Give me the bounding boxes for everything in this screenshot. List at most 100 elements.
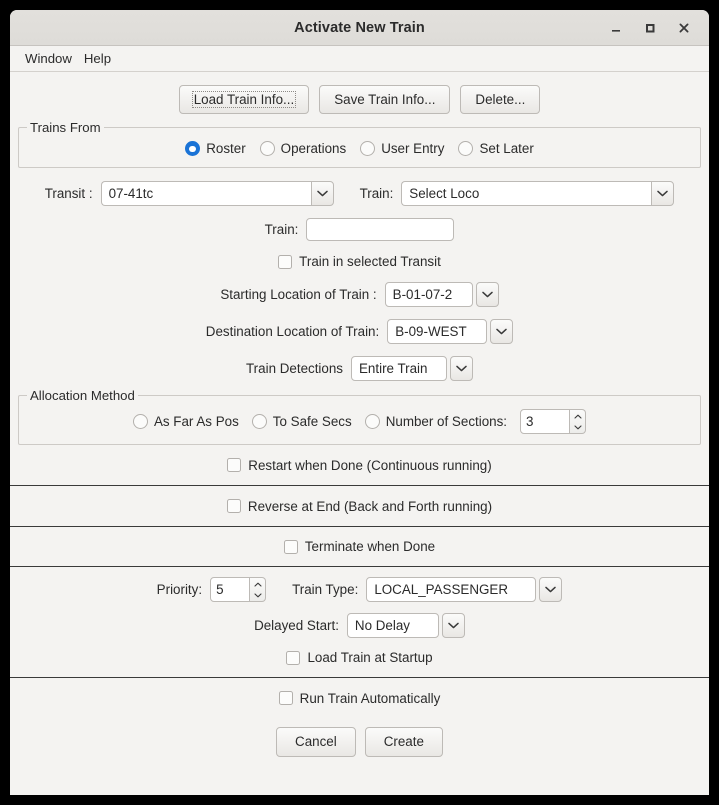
menu-bar: Window Help bbox=[10, 46, 709, 72]
chevron-up-icon[interactable] bbox=[250, 578, 265, 590]
train-name-input[interactable] bbox=[306, 218, 455, 242]
cancel-button[interactable]: Cancel bbox=[276, 727, 356, 757]
train-info-toolbar: Load Train Info... Save Train Info... De… bbox=[10, 72, 709, 127]
reverse-at-end-row: Reverse at End (Back and Forth running) bbox=[10, 486, 709, 526]
radio-operations[interactable]: Operations bbox=[259, 141, 347, 157]
allocation-method-group-title: Allocation Method bbox=[27, 388, 138, 404]
number-of-sections-spinner-buttons bbox=[570, 409, 587, 435]
run-train-automatically-row: Run Train Automatically bbox=[10, 678, 709, 718]
restart-when-done-label: Restart when Done (Continuous running) bbox=[248, 457, 492, 473]
train-loco-label: Train: bbox=[359, 186, 394, 202]
radio-roster-label: Roster bbox=[206, 141, 246, 157]
train-detections-combo[interactable]: Entire Train bbox=[351, 356, 473, 382]
radio-user-entry-label: User Entry bbox=[381, 141, 445, 157]
run-train-automatically-indicator bbox=[278, 691, 293, 706]
radio-number-of-sections-indicator bbox=[364, 414, 380, 430]
train-detections-combo-value: Entire Train bbox=[351, 356, 447, 382]
train-type-combo[interactable]: LOCAL_PASSENGER bbox=[366, 577, 563, 603]
chevron-down-icon bbox=[441, 613, 465, 639]
transit-label: Transit : bbox=[44, 186, 93, 202]
load-train-info-button[interactable]: Load Train Info... bbox=[178, 85, 310, 115]
terminate-when-done-label: Terminate when Done bbox=[304, 539, 436, 555]
delayed-start-combo-value: No Delay bbox=[346, 613, 439, 639]
load-train-info-label: Load Train Info... bbox=[191, 91, 297, 109]
train-in-selected-transit-label: Train in selected Transit bbox=[299, 254, 441, 270]
destination-location-label: Destination Location of Train: bbox=[205, 324, 380, 340]
starting-location-combo-value: B-01-07-2 bbox=[384, 282, 473, 308]
train-name-row: Train: bbox=[10, 206, 709, 242]
number-of-sections-spinner[interactable] bbox=[520, 409, 587, 435]
train-detections-label: Train Detections bbox=[246, 361, 343, 377]
trains-from-options: Roster Operations User Entry Set Later bbox=[19, 128, 700, 167]
reverse-at-end-indicator bbox=[226, 499, 241, 514]
delete-button[interactable]: Delete... bbox=[460, 85, 541, 115]
restart-when-done-indicator bbox=[227, 458, 242, 473]
menu-item-help[interactable]: Help bbox=[78, 49, 117, 68]
dialog-content: Load Train Info... Save Train Info... De… bbox=[10, 72, 709, 795]
chevron-down-icon[interactable] bbox=[570, 422, 585, 434]
delayed-start-row: Delayed Start: No Delay bbox=[10, 602, 709, 639]
maximize-button[interactable] bbox=[633, 11, 667, 45]
chevron-up-icon[interactable] bbox=[570, 410, 585, 422]
train-in-transit-row: Train in selected Transit bbox=[10, 241, 709, 269]
radio-user-entry-indicator bbox=[360, 141, 376, 157]
load-train-at-startup-indicator bbox=[286, 650, 301, 665]
load-train-at-startup-row: Load Train at Startup bbox=[10, 638, 709, 677]
minimize-button[interactable] bbox=[599, 11, 633, 45]
chevron-down-icon[interactable] bbox=[250, 590, 265, 602]
chevron-down-icon bbox=[651, 181, 675, 207]
radio-number-of-sections[interactable]: Number of Sections: bbox=[364, 414, 507, 430]
reverse-at-end-label: Reverse at End (Back and Forth running) bbox=[247, 498, 493, 514]
priority-spinner-buttons bbox=[250, 577, 267, 603]
priority-input[interactable] bbox=[210, 577, 251, 603]
save-train-info-button[interactable]: Save Train Info... bbox=[319, 85, 451, 115]
terminate-when-done-checkbox[interactable]: Terminate when Done bbox=[283, 539, 436, 555]
priority-label: Priority: bbox=[156, 582, 203, 598]
transit-combo[interactable]: 07-41tc bbox=[100, 181, 334, 207]
create-button[interactable]: Create bbox=[364, 727, 443, 757]
restart-when-done-row: Restart when Done (Continuous running) bbox=[10, 445, 709, 485]
delayed-start-combo[interactable]: No Delay bbox=[346, 613, 465, 639]
radio-to-safe-secs-indicator bbox=[251, 414, 267, 430]
radio-as-far-as-pos-indicator bbox=[132, 414, 148, 430]
destination-location-row: Destination Location of Train: B-09-WEST bbox=[10, 307, 709, 345]
load-train-at-startup-checkbox[interactable]: Load Train at Startup bbox=[286, 650, 433, 666]
restart-when-done-checkbox[interactable]: Restart when Done (Continuous running) bbox=[227, 457, 492, 473]
radio-roster[interactable]: Roster bbox=[185, 141, 246, 157]
destination-location-combo-value: B-09-WEST bbox=[387, 319, 488, 345]
transit-combo-value: 07-41tc bbox=[100, 181, 311, 207]
allocation-method-options: As Far As Pos To Safe Secs Number of Sec… bbox=[19, 396, 700, 444]
radio-as-far-as-pos[interactable]: As Far As Pos bbox=[132, 414, 239, 430]
train-name-label: Train: bbox=[264, 222, 299, 238]
reverse-at-end-checkbox[interactable]: Reverse at End (Back and Forth running) bbox=[226, 498, 493, 514]
radio-to-safe-secs[interactable]: To Safe Secs bbox=[251, 414, 352, 430]
close-button[interactable] bbox=[667, 11, 701, 45]
load-train-at-startup-label: Load Train at Startup bbox=[307, 650, 433, 666]
menu-item-window[interactable]: Window bbox=[19, 49, 78, 68]
trains-from-group: Trains From Roster Operations User Entry… bbox=[18, 120, 701, 169]
window-controls bbox=[599, 10, 701, 45]
priority-spinner[interactable] bbox=[210, 577, 267, 603]
radio-set-later-indicator bbox=[458, 141, 474, 157]
starting-location-combo[interactable]: B-01-07-2 bbox=[384, 282, 499, 308]
radio-operations-label: Operations bbox=[280, 141, 347, 157]
destination-location-combo[interactable]: B-09-WEST bbox=[387, 319, 514, 345]
chevron-down-icon bbox=[310, 181, 334, 207]
train-loco-combo[interactable]: Select Loco bbox=[401, 181, 675, 207]
train-type-combo-value: LOCAL_PASSENGER bbox=[366, 577, 537, 603]
terminate-when-done-indicator bbox=[283, 539, 298, 554]
train-type-label: Train Type: bbox=[292, 582, 359, 598]
transit-and-loco-row: Transit : 07-41tc Train: Select Loco bbox=[10, 168, 709, 207]
radio-set-later[interactable]: Set Later bbox=[458, 141, 534, 157]
train-in-selected-transit-checkbox[interactable]: Train in selected Transit bbox=[278, 254, 441, 269]
train-in-selected-transit-indicator bbox=[278, 254, 293, 269]
radio-operations-indicator bbox=[259, 141, 275, 157]
dialog-footer: Cancel Create bbox=[10, 718, 709, 757]
chevron-down-icon bbox=[450, 356, 473, 382]
radio-user-entry[interactable]: User Entry bbox=[360, 141, 445, 157]
run-train-automatically-checkbox[interactable]: Run Train Automatically bbox=[278, 691, 440, 706]
trains-from-group-title: Trains From bbox=[27, 120, 104, 136]
window-title: Activate New Train bbox=[294, 19, 425, 36]
train-detections-row: Train Detections Entire Train bbox=[10, 344, 709, 382]
number-of-sections-input[interactable] bbox=[520, 409, 571, 435]
